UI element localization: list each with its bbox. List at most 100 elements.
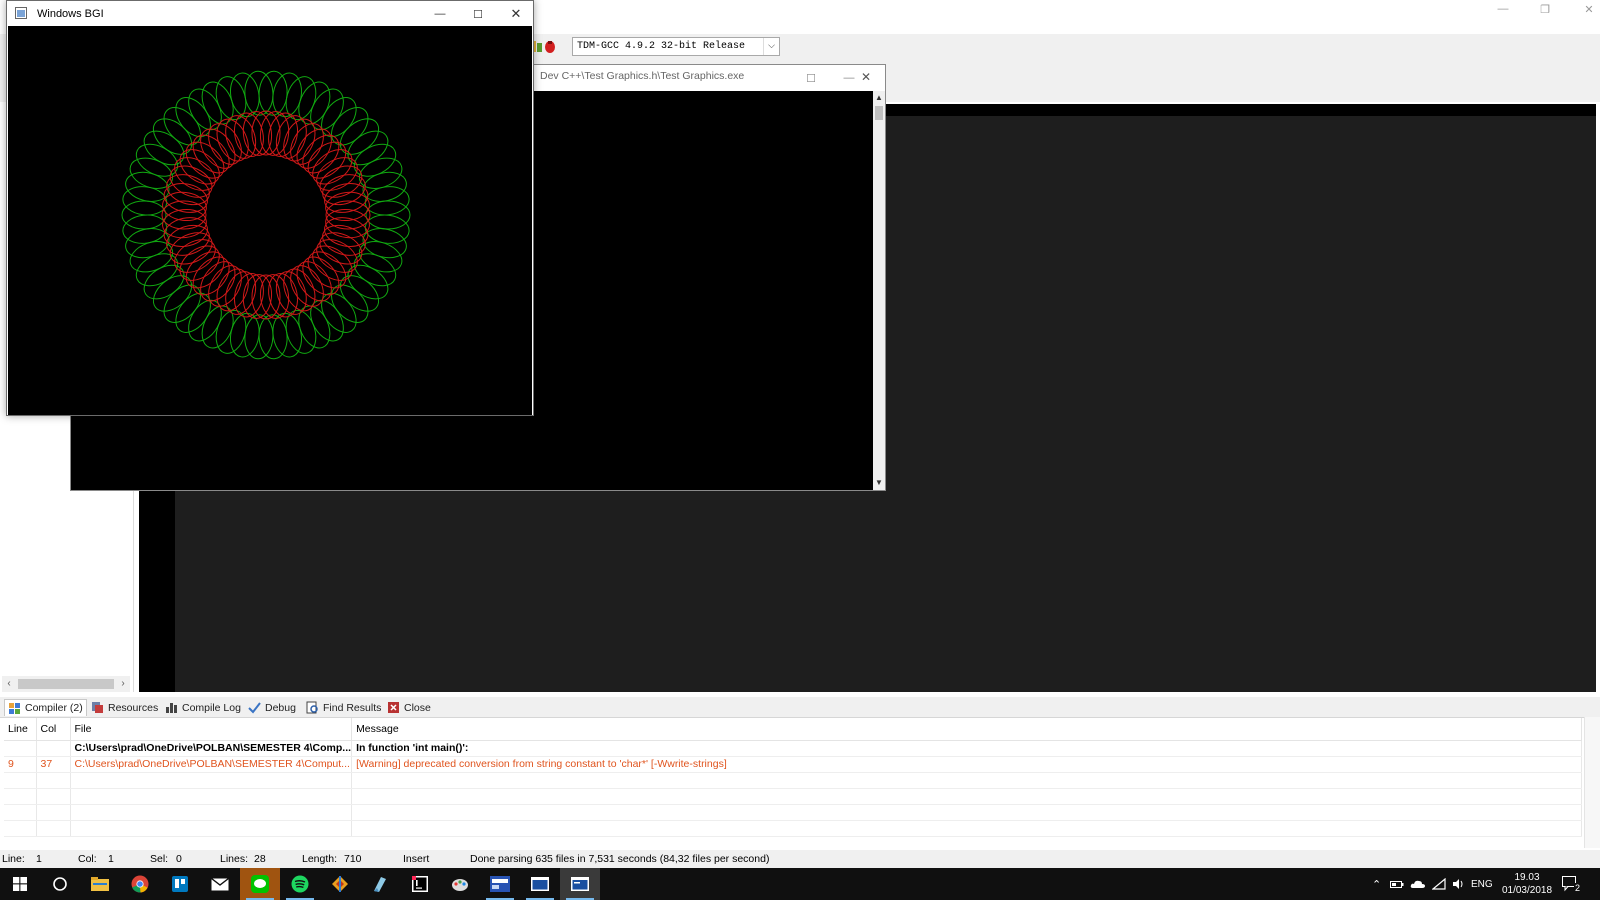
taskbar-app-chrome[interactable] xyxy=(120,868,160,900)
column-header-line[interactable]: Line xyxy=(4,718,37,741)
tray-battery[interactable] xyxy=(1390,868,1404,900)
status-parse-message: Done parsing 635 files in 7,531 seconds … xyxy=(470,853,770,865)
scroll-left-icon[interactable]: ‹ xyxy=(2,676,16,692)
cell-line: 9 xyxy=(4,756,37,773)
column-header-col[interactable]: Col xyxy=(36,718,71,741)
taskbar-app-devcpp[interactable] xyxy=(480,868,520,900)
cell-message: [Warning] deprecated conversion from str… xyxy=(351,756,1582,773)
tab-debug[interactable]: Debug xyxy=(245,699,299,716)
window-app-icon xyxy=(15,7,27,19)
status-mode: Insert xyxy=(403,853,430,865)
red-ellipse xyxy=(307,141,347,179)
status-sel-value: 0 xyxy=(176,853,182,865)
column-header-file[interactable]: File xyxy=(70,718,353,741)
tray-onedrive[interactable] xyxy=(1410,868,1426,900)
taskbar-app-notepad[interactable] xyxy=(360,868,400,900)
scroll-up-icon[interactable]: ▲ xyxy=(873,92,885,104)
bgi-close-button[interactable]: ✕ xyxy=(501,5,531,23)
grid-icon xyxy=(9,702,20,714)
ide-restore-button[interactable]: ❐ xyxy=(1522,0,1568,18)
tab-compiler[interactable]: Compiler (2) xyxy=(4,699,87,716)
red-ellipse xyxy=(185,251,225,289)
start-button[interactable] xyxy=(0,868,40,900)
column-header-message[interactable]: Message xyxy=(351,718,1582,741)
messages-vscrollbar[interactable] xyxy=(1584,717,1600,848)
devcpp-icon xyxy=(490,876,510,892)
tray-volume[interactable] xyxy=(1452,868,1466,900)
bgi-maximize-button[interactable]: ☐ xyxy=(463,5,493,23)
taskbar-app-console[interactable] xyxy=(560,868,600,900)
statusbar: Line: 1 Col: 1 Sel: 0 Lines: 28 Length: … xyxy=(0,850,1600,868)
ide-close-button[interactable]: ✕ xyxy=(1566,0,1600,18)
table-row xyxy=(4,804,1582,821)
tab-find-results[interactable]: Find Results xyxy=(303,699,384,716)
console-close-button[interactable]: ✕ xyxy=(856,68,876,86)
project-browser-hscrollbar[interactable]: ‹ › xyxy=(2,676,130,692)
tray-wifi[interactable] xyxy=(1432,868,1446,900)
tray-clock[interactable]: 19.03 01/03/2018 xyxy=(1500,868,1554,900)
check-icon xyxy=(248,702,261,714)
red-ellipse xyxy=(302,134,340,174)
ide-minimize-button[interactable]: — xyxy=(1480,0,1526,18)
show-hidden-icons-button[interactable]: ⌃ xyxy=(1372,868,1381,900)
debug-bug-icon[interactable] xyxy=(542,38,558,54)
table-row[interactable]: C:\Users\prad\OneDrive\POLBAN\SEMESTER 4… xyxy=(4,740,1582,757)
taskbar-app-line[interactable] xyxy=(240,868,280,900)
green-ellipse-ring xyxy=(121,70,411,360)
close-panel-icon xyxy=(388,702,399,713)
cortana-icon xyxy=(53,877,67,891)
red-ellipse xyxy=(208,265,242,307)
taskbar-app-file-explorer[interactable] xyxy=(80,868,120,900)
status-line-label: Line: xyxy=(2,853,25,865)
table-row[interactable]: 9 37 C:\Users\prad\OneDrive\POLBAN\SEMES… xyxy=(4,756,1582,773)
red-ellipse xyxy=(290,265,324,307)
action-center-button[interactable]: 2 xyxy=(1562,868,1582,900)
scroll-thumb[interactable] xyxy=(875,106,883,120)
cell-line xyxy=(4,740,37,757)
window-icon xyxy=(531,877,549,891)
bgi-window[interactable]: Windows BGI — ☐ ✕ xyxy=(6,0,534,416)
compiler-select[interactable]: TDM-GCC 4.9.2 32-bit Release ⌵ xyxy=(572,37,780,56)
taskbar-app-trello[interactable] xyxy=(160,868,200,900)
status-lines-label: Lines: xyxy=(220,853,249,865)
tray-language[interactable]: ENG xyxy=(1471,868,1493,900)
red-ellipse xyxy=(192,256,230,296)
cortana-button[interactable] xyxy=(40,868,80,900)
scroll-right-icon[interactable]: › xyxy=(116,676,130,692)
status-sel-label: Sel: xyxy=(150,853,169,865)
console-icon xyxy=(571,877,589,891)
volume-icon xyxy=(1453,879,1463,889)
red-ellipse xyxy=(185,141,225,179)
bgi-window-title: Windows BGI xyxy=(37,8,104,20)
tab-debug-label: Debug xyxy=(265,701,296,714)
cell-message: In function 'int main()': xyxy=(351,740,1582,757)
table-row xyxy=(4,772,1582,789)
taskbar-app-intellij[interactable] xyxy=(400,868,440,900)
taskbar-app-paint[interactable] xyxy=(440,868,480,900)
taskbar-app-mail[interactable] xyxy=(200,868,240,900)
table-header-row: Line Col File Message xyxy=(4,718,1582,741)
battery-icon xyxy=(1390,881,1404,888)
taskbar-app-office-lens[interactable] xyxy=(320,868,360,900)
tab-close[interactable]: Close xyxy=(384,699,434,716)
tab-compile-log[interactable]: Compile Log xyxy=(162,699,244,716)
scroll-down-icon[interactable]: ▼ xyxy=(873,477,885,489)
tab-resources[interactable]: Resources xyxy=(88,699,161,716)
taskbar-app-window[interactable] xyxy=(520,868,560,900)
red-ellipse-ring xyxy=(161,110,371,320)
cell-file: C:\Users\prad\OneDrive\POLBAN\SEMESTER 4… xyxy=(70,740,353,757)
compiler-messages-panel: Line Col File Message C:\Users\prad\OneD… xyxy=(0,717,1600,848)
cell-col: 37 xyxy=(36,756,71,773)
scroll-thumb[interactable] xyxy=(18,679,114,689)
clock-time: 19.03 xyxy=(1514,872,1540,883)
console-maximize-button[interactable]: ☐ xyxy=(801,69,821,87)
office-lens-icon xyxy=(332,876,348,892)
notepad-icon xyxy=(374,877,386,892)
console-vscrollbar[interactable]: ▲ ▼ xyxy=(873,91,885,490)
paint-icon xyxy=(452,879,468,891)
bgi-minimize-button[interactable]: — xyxy=(425,5,455,23)
status-length-label: Length: xyxy=(302,853,338,865)
find-icon xyxy=(306,701,318,714)
taskbar-app-spotify[interactable] xyxy=(280,868,320,900)
chevron-up-icon: ⌃ xyxy=(1372,878,1382,891)
